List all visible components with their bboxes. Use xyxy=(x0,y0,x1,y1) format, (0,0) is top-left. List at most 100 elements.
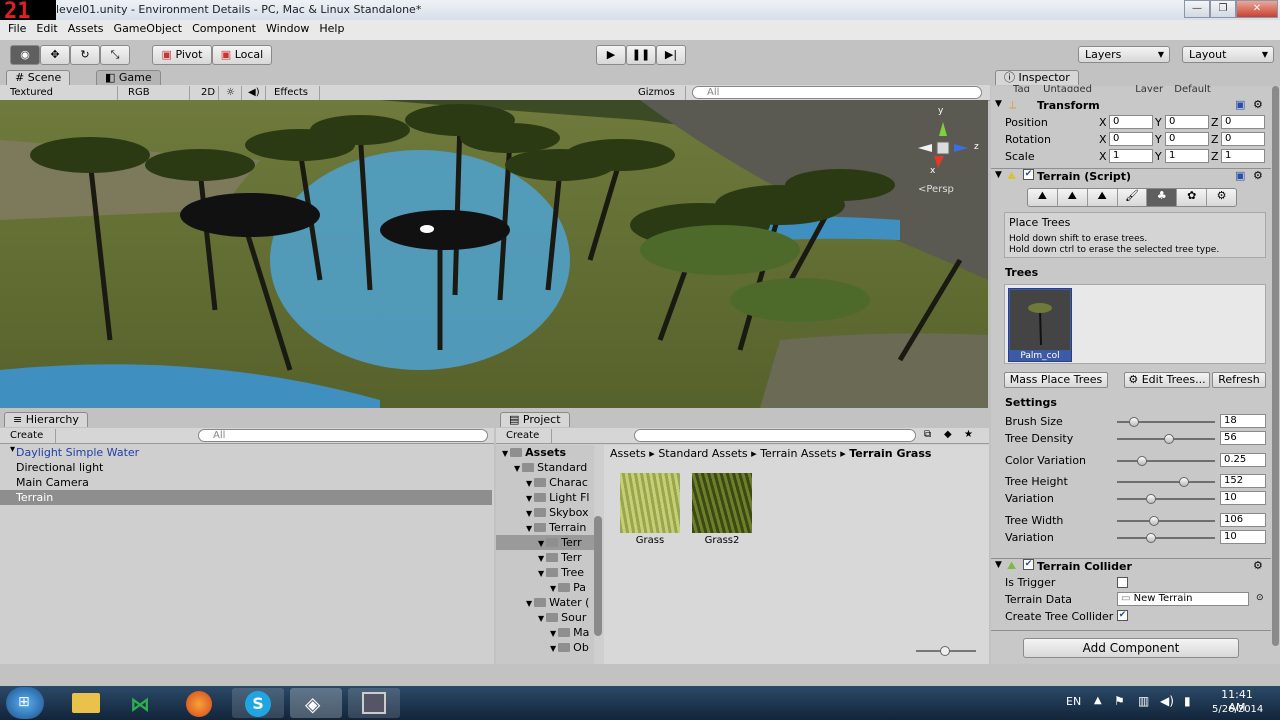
step-button[interactable]: ▶| xyxy=(656,45,686,65)
transform-y-field[interactable]: 1 xyxy=(1165,149,1209,163)
slider-knob[interactable] xyxy=(940,646,950,656)
scale-tool-button[interactable]: ⤡ xyxy=(100,45,130,65)
setting-slider[interactable] xyxy=(1117,533,1215,543)
fold-icon[interactable]: ▼ xyxy=(550,644,556,653)
terrain-enabled-checkbox[interactable]: ✔ xyxy=(1023,169,1034,180)
tree-scrollbar[interactable] xyxy=(594,516,602,636)
terrain-data-field[interactable]: ▭ New Terrain xyxy=(1117,592,1249,606)
light-toggle[interactable]: ☼ xyxy=(222,86,242,100)
scene-viewport[interactable]: y z x <Persp xyxy=(0,100,988,408)
project-tree-item[interactable]: ▼ Water ( xyxy=(526,595,589,610)
setting-slider[interactable] xyxy=(1117,516,1215,526)
slider-knob[interactable] xyxy=(1146,494,1156,504)
project-tree-item[interactable]: ▼ Sour xyxy=(538,610,586,625)
fold-icon[interactable]: ▼ xyxy=(526,479,532,488)
tab-project[interactable]: ▤ Project xyxy=(500,412,570,427)
action-center-icon[interactable]: ⚑ xyxy=(1114,694,1125,708)
scene-gizmo[interactable]: y z x <Persp xyxy=(916,106,986,198)
hierarchy-item[interactable]: Daylight Simple Water xyxy=(0,445,492,460)
project-tree-item[interactable]: ▼ Ob xyxy=(550,640,589,655)
move-tool-button[interactable]: ✥ xyxy=(40,45,70,65)
breadcrumb-item[interactable]: Terrain Assets xyxy=(760,447,837,460)
project-search-input[interactable] xyxy=(634,429,916,442)
minimize-button[interactable]: — xyxy=(1184,0,1210,18)
menu-gameobject[interactable]: GameObject xyxy=(109,20,188,37)
explorer-taskbar-icon[interactable] xyxy=(60,688,112,718)
fold-icon[interactable]: ▼ xyxy=(526,599,532,608)
fold-icon[interactable]: ▼ xyxy=(538,539,544,548)
layer-dropdown[interactable]: Default xyxy=(1174,84,1211,92)
paint-height-icon[interactable]: ⛰ xyxy=(1058,189,1088,206)
setting-value-field[interactable]: 56 xyxy=(1220,431,1266,445)
setting-slider[interactable] xyxy=(1117,477,1215,487)
asset-thumbnail-grass[interactable] xyxy=(620,473,680,533)
place-trees-icon[interactable]: ♣ xyxy=(1147,189,1178,206)
refresh-button[interactable]: Refresh xyxy=(1212,372,1266,388)
pivot-toggle[interactable]: ▣ Pivot xyxy=(152,45,212,65)
render-dropdown[interactable]: RGB xyxy=(124,86,190,100)
setting-value-field[interactable]: 10 xyxy=(1220,530,1266,544)
hierarchy-item[interactable]: Main Camera xyxy=(0,475,492,490)
project-tree-item[interactable]: ▼ Terrain xyxy=(526,520,586,535)
hierarchy-create-dropdown[interactable]: Create ▾ xyxy=(6,429,56,455)
slider-knob[interactable] xyxy=(1129,417,1139,427)
shading-dropdown[interactable]: Textured xyxy=(6,86,118,100)
transform-z-field[interactable]: 0 xyxy=(1221,115,1265,129)
fold-icon[interactable]: ▼ xyxy=(526,494,532,503)
transform-y-field[interactable]: 0 xyxy=(1165,115,1209,129)
show-hidden-icons-icon[interactable]: ▲ xyxy=(1094,695,1102,706)
project-tree-item[interactable]: ▼ Light Fl xyxy=(526,490,590,505)
paint-details-icon[interactable]: ✿ xyxy=(1177,189,1208,206)
breadcrumb-current[interactable]: Terrain Grass xyxy=(849,447,931,460)
setting-slider[interactable] xyxy=(1117,417,1215,427)
favorite-icon[interactable]: ★ xyxy=(964,429,973,440)
object-picker-icon[interactable]: ⊙ xyxy=(1256,593,1264,603)
network-icon[interactable]: ▥ xyxy=(1138,694,1149,708)
setting-value-field[interactable]: 0.25 xyxy=(1220,453,1266,467)
firefox-taskbar-icon[interactable] xyxy=(174,688,226,718)
paint-texture-icon[interactable]: 🖌 xyxy=(1118,189,1148,206)
is-trigger-checkbox[interactable] xyxy=(1117,577,1128,588)
fold-icon[interactable]: ▼ xyxy=(538,614,544,623)
layers-dropdown[interactable]: Layers ▼ xyxy=(1078,46,1170,63)
play-button[interactable]: ▶ xyxy=(596,45,626,65)
setting-value-field[interactable]: 18 xyxy=(1220,414,1266,428)
tool-taskbar-icon[interactable] xyxy=(348,688,400,718)
slider-knob[interactable] xyxy=(1137,456,1147,466)
project-create-dropdown[interactable]: Create ▾ xyxy=(502,429,552,455)
tree-prototype-item[interactable]: Palm_col xyxy=(1008,288,1072,362)
fold-icon[interactable]: ▼ xyxy=(550,629,556,638)
language-indicator[interactable]: EN xyxy=(1066,695,1081,708)
menu-assets[interactable]: Assets xyxy=(63,20,109,37)
setting-slider[interactable] xyxy=(1117,434,1215,444)
edit-trees-button[interactable]: ⚙ Edit Trees... xyxy=(1124,372,1210,388)
menu-component[interactable]: Component xyxy=(187,20,261,37)
fold-icon[interactable]: ▼ xyxy=(514,464,520,473)
hand-tool-button[interactable]: ◉ xyxy=(10,45,40,65)
breadcrumb-item[interactable]: Standard Assets xyxy=(658,447,747,460)
gizmos-dropdown[interactable]: Gizmos xyxy=(634,86,686,100)
slider-knob[interactable] xyxy=(1164,434,1174,444)
mass-place-trees-button[interactable]: Mass Place Trees xyxy=(1004,372,1108,388)
power-icon[interactable]: ▮ xyxy=(1184,694,1191,708)
hierarchy-search-input[interactable]: All xyxy=(198,429,488,442)
setting-value-field[interactable]: 106 xyxy=(1220,513,1266,527)
maximize-button[interactable]: ❐ xyxy=(1210,0,1236,18)
fold-icon[interactable]: ▼ xyxy=(538,554,544,563)
project-tree-item[interactable]: ▼ Assets xyxy=(502,445,566,460)
clock-date[interactable]: 5/26/2014 xyxy=(1212,704,1263,715)
terrain-collider-header[interactable]: ▼ ⛰ ✔ Terrain Collider ⚙ xyxy=(991,559,1271,575)
fold-icon[interactable]: ▼ xyxy=(550,584,556,593)
menu-file[interactable]: File xyxy=(3,20,31,37)
hierarchy-item-selected[interactable]: Terrain xyxy=(0,490,492,505)
filter-label-icon[interactable]: ◆ xyxy=(944,429,952,440)
terrain-settings-icon[interactable]: ⚙ xyxy=(1207,189,1236,206)
transform-z-field[interactable]: 0 xyxy=(1221,132,1265,146)
tab-inspector[interactable]: ⓘ Inspector xyxy=(995,70,1079,85)
effects-dropdown[interactable]: Effects xyxy=(270,86,320,100)
close-window-button[interactable]: ✕ xyxy=(1236,0,1278,18)
slider-knob[interactable] xyxy=(1179,477,1189,487)
slider-knob[interactable] xyxy=(1149,516,1159,526)
gear-icon[interactable]: ⚙ xyxy=(1253,169,1263,182)
unity-taskbar-icon[interactable]: ◈ xyxy=(290,688,342,718)
